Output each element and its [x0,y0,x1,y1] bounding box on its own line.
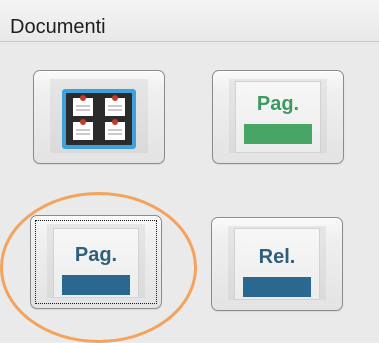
page-icon: Rel. [234,228,320,300]
documents-panel: Pag. Pag. Rel. [0,42,379,342]
page-bar [244,124,312,144]
pag-green-button[interactable]: Pag. [212,70,344,164]
panel-header: Documenti [0,0,379,42]
board-button[interactable] [33,70,165,164]
page-label: Rel. [258,246,296,268]
page-bar [243,277,311,297]
panel-title: Documenti [10,16,106,38]
focus-ring [35,220,157,304]
page-icon: Pag. [235,81,321,153]
rel-blue-button[interactable]: Rel. [211,217,343,311]
pag-blue-button[interactable]: Pag. [30,215,162,309]
bulletin-board-icon [62,89,136,149]
page-label: Pag. [256,93,300,115]
